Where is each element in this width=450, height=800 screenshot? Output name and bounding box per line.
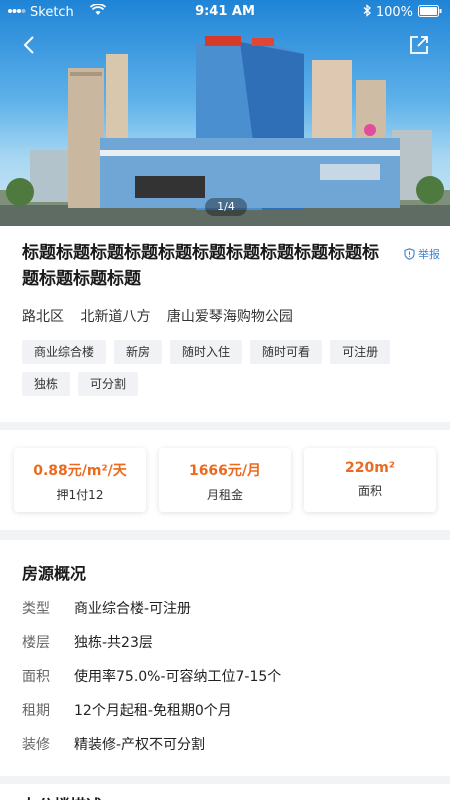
tag: 独栋 (22, 372, 71, 396)
battery-label: 100% (375, 5, 413, 20)
tag: 可分割 (78, 372, 139, 396)
row-key: 面积 (22, 669, 50, 685)
tag: 可注册 (330, 340, 391, 364)
back-button[interactable] (14, 30, 44, 60)
overview-row-floor: 楼层 独栋-共23层 (22, 632, 153, 652)
row-key: 楼层 (22, 635, 50, 651)
row-key: 租期 (22, 703, 50, 719)
listing-summary-card: 标题标题标题标题标题标题标题标题标题标题标题标题标题标题 举报 路北区 北新道八… (0, 226, 450, 422)
tag-list: 商业综合楼 新房 随时入住 随时可看 可注册 独栋 可分割 (22, 340, 432, 396)
unit-price-stat: 0.88元/m²/天 押1付12 (14, 448, 146, 512)
overview-row-area: 面积 使用率75.0%-可容纳工位7-15个 (22, 666, 281, 686)
battery-icon (418, 4, 442, 21)
deposit-terms-label: 押1付12 (56, 488, 104, 502)
monthly-rent-value: 1666元/月 (188, 463, 262, 479)
unit-price-value: 0.88元/m²/天 (33, 463, 127, 479)
status-right: 100% (363, 4, 442, 21)
share-button[interactable] (404, 30, 434, 60)
row-value: 12个月起租-免租期0个月 (74, 703, 232, 719)
row-value: 商业综合楼-可注册 (74, 601, 192, 617)
tag: 商业综合楼 (22, 340, 107, 364)
back-arrow-icon (23, 36, 34, 54)
address-area: 北新道八方 (80, 309, 151, 325)
tag: 随时可看 (250, 340, 323, 364)
image-pager-indicator: 1/4 (205, 198, 247, 216)
tag: 新房 (114, 340, 163, 364)
monthly-rent-label: 月租金 (206, 488, 243, 502)
bluetooth-icon (363, 4, 371, 21)
shield-report-icon (404, 248, 415, 260)
area-value: 220m² (345, 460, 395, 476)
row-value: 使用率75.0%-可容纳工位7-15个 (74, 669, 282, 685)
building-photo (0, 36, 450, 226)
tag: 随时入住 (170, 340, 243, 364)
monthly-rent-stat: 1666元/月 月租金 (159, 448, 291, 512)
report-button[interactable]: 举报 (404, 246, 440, 262)
row-key: 装修 (22, 737, 50, 753)
row-key: 类型 (22, 601, 50, 617)
listing-title: 标题标题标题标题标题标题标题标题标题标题标题标题标题标题 (22, 243, 379, 289)
office-description-title: 办公楼描述 (22, 792, 102, 800)
share-icon (410, 36, 428, 54)
overview-row-type: 类型 商业综合楼-可注册 (22, 598, 191, 618)
row-value: 独栋-共23层 (74, 635, 153, 651)
overview-title: 房源概况 (22, 564, 87, 583)
price-stats-card: 0.88元/m²/天 押1付12 1666元/月 月租金 220m² 面积 (0, 430, 450, 530)
address-building: 唐山爱琴海购物公园 (166, 309, 293, 325)
address-district: 路北区 (22, 309, 64, 325)
row-value: 精装修-产权不可分割 (74, 737, 206, 753)
office-description-section: 办公楼描述 (0, 784, 450, 800)
overview-row-decoration: 装修 精装修-产权不可分割 (22, 734, 205, 754)
area-stat: 220m² 面积 (304, 448, 436, 512)
report-label: 举报 (418, 248, 440, 261)
overview-row-lease-term: 租期 12个月起租-免租期0个月 (22, 700, 232, 720)
listing-address: 路北区 北新道八方 唐山爱琴海购物公园 (22, 306, 305, 326)
status-bar: Sketch 9:41 AM 100% (0, 0, 450, 24)
hero-image-carousel[interactable]: Sketch 9:41 AM 100% 1/4 (0, 0, 450, 226)
area-label: 面积 (357, 484, 382, 498)
property-overview-section: 房源概况 类型 商业综合楼-可注册 楼层 独栋-共23层 面积 使用率75.0%… (0, 540, 450, 776)
